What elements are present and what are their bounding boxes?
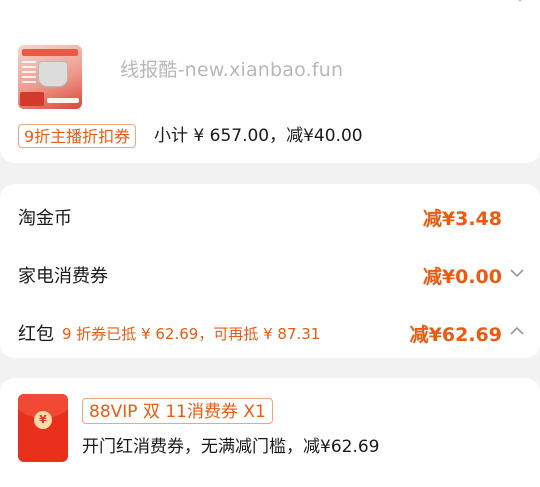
thumb-price-badge [20, 92, 44, 106]
discount-value: 减¥0.00 [422, 266, 502, 288]
close-icon[interactable] [510, 0, 530, 8]
chevron-up-icon[interactable] [510, 326, 524, 336]
discount-value: 减¥62.69 [409, 324, 502, 346]
discount-card: 淘金币 减¥3.48 家电消费券 减¥0.00 红包 9 折券已抵 ¥ 62.6… [0, 184, 540, 358]
red-envelope-icon: ¥ [18, 394, 68, 462]
red-packet-note: 9 折券已抵 ¥ 62.69，可再抵 ¥ 87.31 [62, 325, 321, 343]
discount-value: 减¥3.48 [422, 208, 502, 230]
thumb-banner [22, 49, 78, 56]
subtotal-text: 小计 ¥ 657.00，减¥40.00 [154, 126, 363, 146]
discount-label: 淘金币 [18, 208, 72, 229]
watermark: 线报酷-new.xianbao.fun [120, 59, 344, 81]
discount-label: 红包 [18, 324, 54, 345]
yen-icon: ¥ [34, 411, 52, 429]
product-card: 线报酷-new.xianbao.fun 9折主播折扣券 小计 ¥ 657.00，… [0, 0, 540, 163]
product-thumbnail[interactable] [18, 45, 82, 109]
discount-label: 家电消费券 [18, 266, 108, 287]
red-packet-card[interactable]: ¥ 88VIP 双 11消费券 X1 开门红消费券，无满减门槛，减¥62.69 [0, 378, 540, 487]
discount-row-red-packet[interactable]: 红包 9 折券已抵 ¥ 62.69，可再抵 ¥ 87.31 减¥62.69 [0, 312, 540, 352]
discount-row-appliance-voucher[interactable]: 家电消费券 减¥0.00 [0, 254, 540, 294]
chevron-down-icon[interactable] [510, 268, 524, 278]
anchor-coupon-tag: 9折主播折扣券 [18, 124, 137, 148]
thumb-footer [47, 98, 79, 103]
vip-voucher-tag: 88VIP 双 11消费券 X1 [82, 398, 273, 424]
discount-row-taojinbi[interactable]: 淘金币 减¥3.48 [0, 196, 540, 236]
rice-cooker-image [38, 61, 68, 87]
thumb-text-lines [22, 61, 36, 83]
vip-voucher-description: 开门红消费券，无满减门槛，减¥62.69 [82, 437, 380, 457]
